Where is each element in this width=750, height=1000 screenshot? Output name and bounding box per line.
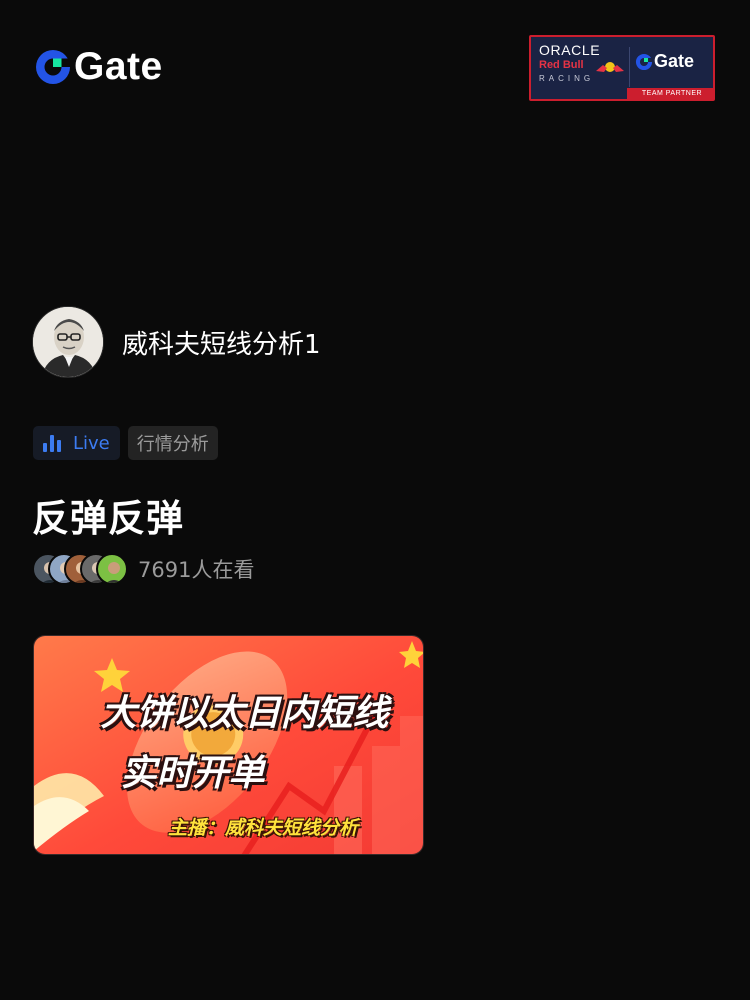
team-partner-strip: TEAM PARTNER — [627, 88, 713, 99]
live-stream-page: Gate ORACLE Red Bull RACING Gate TEAM PA… — [0, 0, 750, 1000]
portrait-icon — [33, 307, 103, 377]
live-label: Live — [73, 432, 110, 454]
gate-logo-icon — [36, 50, 70, 84]
category-label: 行情分析 — [136, 434, 209, 455]
viewer-row: 7691人在看 — [32, 553, 254, 585]
stream-title: 反弹反弹 — [32, 497, 184, 540]
partner-divider — [629, 47, 630, 87]
racing-text: RACING — [539, 74, 595, 83]
live-badge: Live — [33, 426, 120, 460]
host-row[interactable]: 威科夫短线分析1 — [32, 306, 321, 378]
live-bars-icon — [43, 434, 63, 452]
partner-badge: ORACLE Red Bull RACING Gate TEAM PARTNER — [529, 35, 715, 101]
viewer-count: 7691人在看 — [138, 558, 255, 582]
stream-cover[interactable]: 大饼以太日内短线 实时开单 主播：威科夫短线分析 — [33, 635, 424, 855]
cover-host-line: 主播：威科夫短线分析 — [168, 817, 359, 839]
viewer-avatar — [96, 553, 128, 585]
partner-gate-text: Gate — [654, 51, 695, 71]
host-avatar[interactable] — [32, 306, 104, 378]
host-name[interactable]: 威科夫短线分析1 — [122, 324, 321, 361]
viewer-avatars — [32, 553, 128, 585]
oracle-text: ORACLE — [539, 42, 601, 58]
gate-logo[interactable]: Gate — [34, 45, 163, 88]
gate-small-icon — [635, 53, 653, 70]
tag-row: Live 行情分析 — [33, 426, 218, 460]
cover-headline-1: 大饼以太日内短线 — [100, 693, 389, 734]
red-bull-icon — [596, 62, 624, 72]
gate-logo-text: Gate — [74, 45, 163, 88]
cover-headline-2: 实时开单 — [120, 753, 265, 794]
category-tag[interactable]: 行情分析 — [127, 426, 218, 460]
